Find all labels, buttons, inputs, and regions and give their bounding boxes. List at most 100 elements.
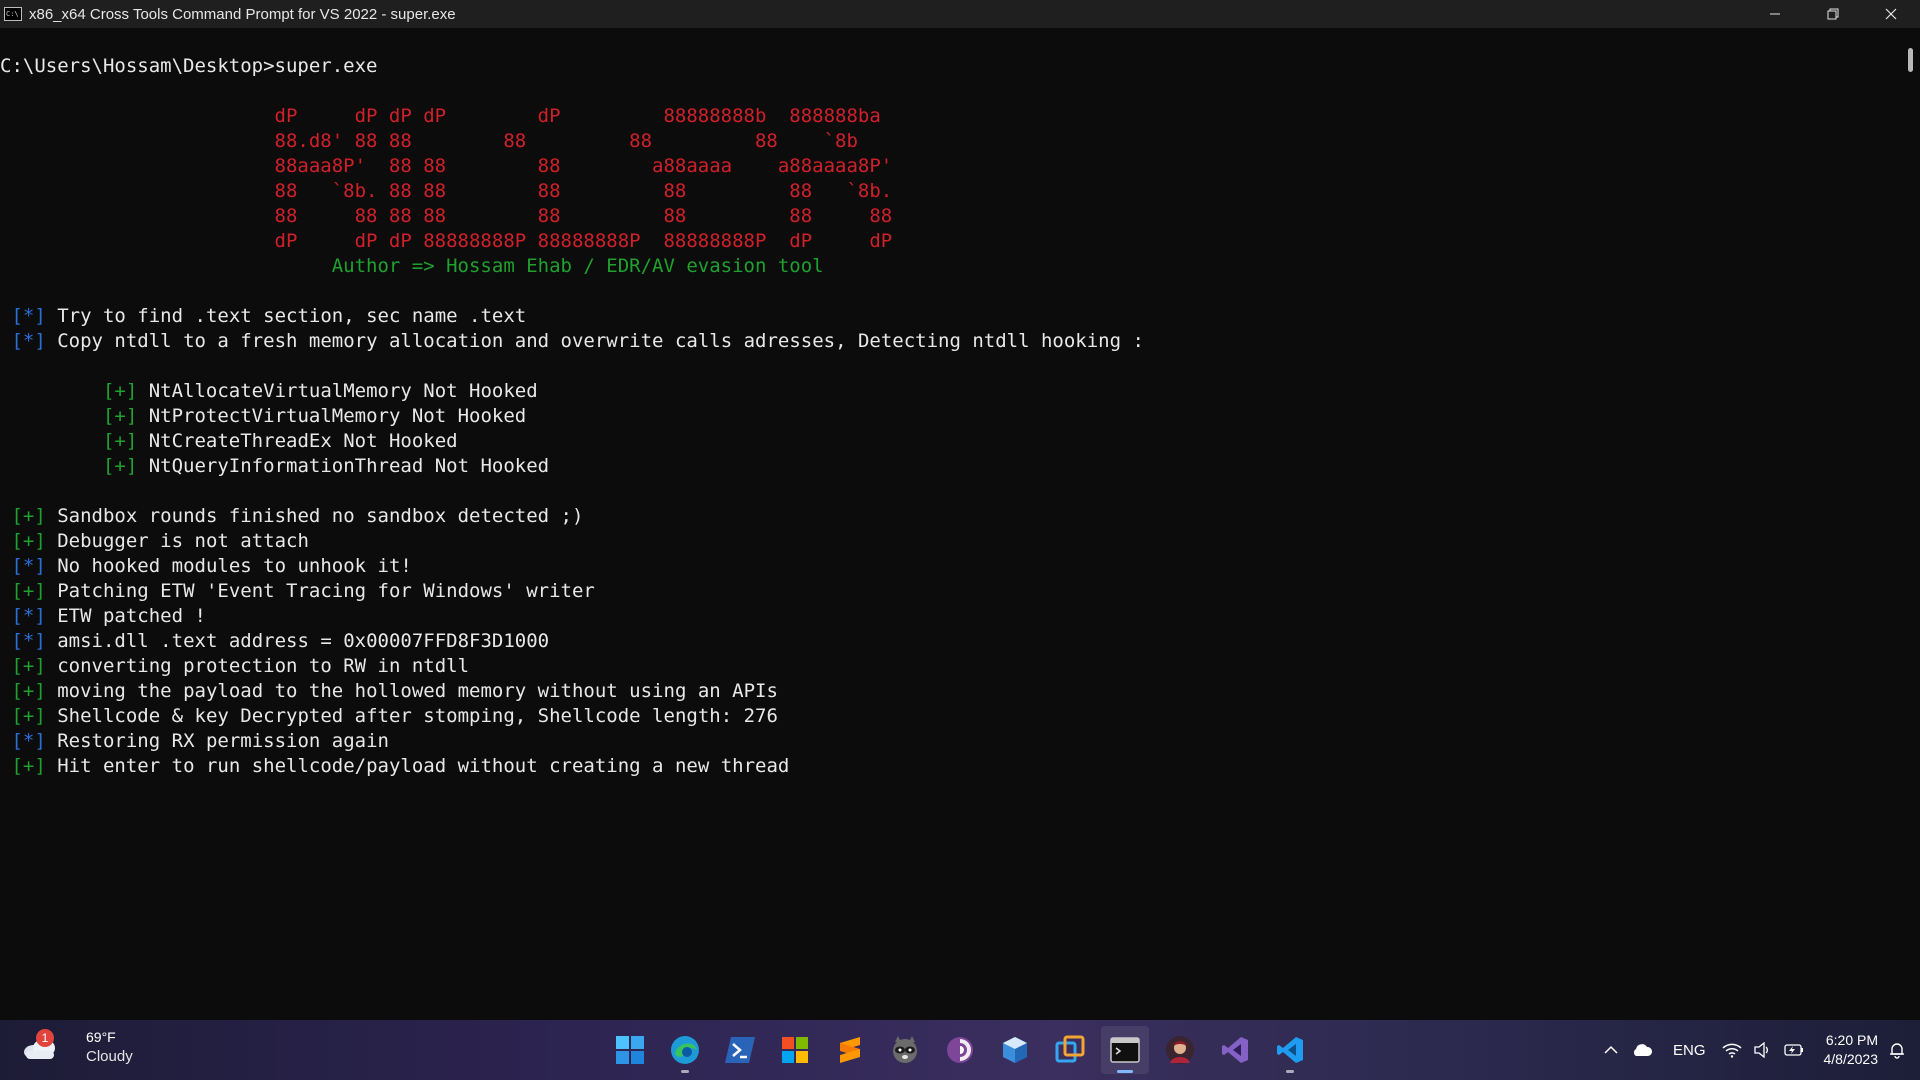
console-output[interactable]: C:\Users\Hossam\Desktop>super.exe dP dP … [0,54,1890,779]
restore-button[interactable] [1804,0,1862,28]
log-line: [+] Patching ETW 'Event Tracing for Wind… [0,579,1890,604]
start-button[interactable] [606,1026,654,1074]
visual-studio-icon [1222,1037,1248,1063]
restore-icon [1827,8,1839,20]
clock-time: 6:20 PM [1825,1032,1878,1048]
speaker-icon [1753,1042,1768,1058]
taskbar-avatar-app[interactable] [1156,1026,1204,1074]
log-line: [*] amsi.dll .text address = 0x00007FFD8… [0,629,1890,654]
status-bracket: [+] [102,380,138,402]
onedrive-tray[interactable] [1631,1043,1653,1057]
taskbar-terminal[interactable] [1101,1026,1149,1074]
log-line: [*] Try to find .text section, sec name … [0,304,1890,329]
weather-widget[interactable]: 1 69°F Cloudy [22,1028,133,1066]
avatar-icon [1166,1036,1194,1064]
log-line: [+] Shellcode & key Decrypted after stom… [0,704,1890,729]
ascii-art-line: 88.d8' 88 88 88 88 88 `8b [0,130,858,152]
ascii-art-line: 88 88 88 88 88 88 88 88 [0,205,893,227]
windows-logo-icon [616,1036,644,1064]
cube-icon [1003,1037,1027,1063]
weather-alert-badge: 1 [36,1029,54,1047]
log-text: Sandbox rounds finished no sandbox detec… [57,505,584,527]
log-text: No hooked modules to unhook it! [57,555,412,577]
log-text: Restoring RX permission again [57,730,389,752]
vertical-scrollbar[interactable] [1900,28,1920,1020]
status-bracket: [*] [11,305,46,327]
minimize-icon [1770,13,1780,15]
taskbar-clock[interactable]: 6:20 PM 4/8/2023 [1824,1031,1879,1069]
taskbar-visual-studio[interactable] [1211,1026,1259,1074]
ascii-art-line: dP dP dP 88888888P 88888888P 88888888P d… [0,230,893,252]
notification-bell-icon [1890,1043,1904,1059]
status-bracket: [+] [102,430,138,452]
log-text: Copy ntdll to a fresh memory allocation … [57,330,1144,352]
ascii-art-line: dP dP dP dP dP 88888888b 888888ba [0,105,881,127]
log-text: NtQueryInformationThread Not Hooked [148,455,550,477]
status-bracket: [+] [11,530,46,552]
battery-charging-icon [1783,1044,1803,1056]
log-text: NtCreateThreadEx Not Hooked [148,430,458,452]
weather-text: 69°F Cloudy [86,1028,133,1066]
show-hidden-icons-button[interactable] [1603,1042,1619,1058]
taskbar-box-app[interactable] [991,1026,1039,1074]
taskbar: 1 69°F Cloudy ENG 6:20 PM 4/8/2023 [0,1020,1920,1080]
close-button[interactable] [1862,0,1920,28]
terminal-window[interactable]: C:\ x86_x64 Cross Tools Command Prompt f… [0,0,1920,1020]
wifi-icon [1721,1043,1742,1058]
log-text: Patching ETW 'Event Tracing for Windows'… [57,580,595,602]
volume-tray[interactable] [1753,1042,1772,1058]
ascii-art-line: 88aaa8P' 88 88 88 a88aaaa a88aaaa8P' [0,155,893,177]
taskbar-tor-browser[interactable] [936,1026,984,1074]
minimize-button[interactable] [1746,0,1804,28]
language-indicator[interactable]: ENG [1673,1042,1706,1059]
log-line: [+] converting protection to RW in ntdll [0,654,1890,679]
window-title: x86_x64 Cross Tools Command Prompt for V… [29,5,456,23]
status-bracket: [*] [11,630,46,652]
taskbar-store[interactable] [771,1026,819,1074]
taskbar-remote-desktop[interactable] [1046,1026,1094,1074]
sublime-icon [840,1037,860,1063]
log-text: Shellcode & key Decrypted after stomping… [57,705,778,727]
status-bracket: [*] [11,730,46,752]
title-bar[interactable]: C:\ x86_x64 Cross Tools Command Prompt f… [0,0,1920,28]
running-indicator [681,1070,689,1073]
log-text: moving the payload to the hollowed memor… [57,680,778,702]
terminal-icon [1110,1037,1140,1063]
window-controls [1746,0,1920,28]
status-bracket: [+] [11,755,46,777]
prompt-line: C:\Users\Hossam\Desktop>super.exe [0,55,378,77]
status-bracket: [+] [11,680,46,702]
cmd-app-icon: C:\ [4,7,22,21]
log-line: [*] Restoring RX permission again [0,729,1890,754]
taskbar-powershell[interactable] [716,1026,764,1074]
onedrive-cloud-icon [1633,1044,1653,1056]
taskbar-raccoon-app[interactable] [881,1026,929,1074]
ascii-art-line: 88 `8b. 88 88 88 88 88 `8b. [0,180,893,202]
system-tray: ENG 6:20 PM 4/8/2023 [1603,1020,1920,1080]
cloud-icon: 1 [22,1029,58,1061]
taskbar-edge[interactable] [661,1026,709,1074]
clock-date: 4/8/2023 [1823,1051,1879,1067]
log-text: amsi.dll .text address = 0x00007FFD8F3D1… [57,630,550,652]
status-bracket: [*] [11,330,46,352]
notification-button[interactable] [1888,1041,1906,1059]
status-bracket: [+] [102,405,138,427]
status-bracket: [+] [102,455,138,477]
store-icon [782,1037,808,1063]
taskbar-vscode[interactable] [1266,1026,1314,1074]
wifi-tray[interactable] [1721,1042,1742,1058]
battery-tray[interactable] [1783,1042,1804,1058]
powershell-icon [725,1037,755,1063]
log-text: Hit enter to run shellcode/payload witho… [57,755,790,777]
running-indicator [1117,1070,1133,1073]
remote-desktop-icon [1055,1035,1085,1063]
log-line: [*] ETW patched ! [0,604,1890,629]
taskbar-sublime[interactable] [826,1026,874,1074]
scrollbar-thumb[interactable] [1908,48,1913,72]
log-line: [*] No hooked modules to unhook it! [0,554,1890,579]
log-line: [+] Debugger is not attach [0,529,1890,554]
tor-icon [947,1037,973,1063]
running-indicator [1286,1070,1294,1073]
